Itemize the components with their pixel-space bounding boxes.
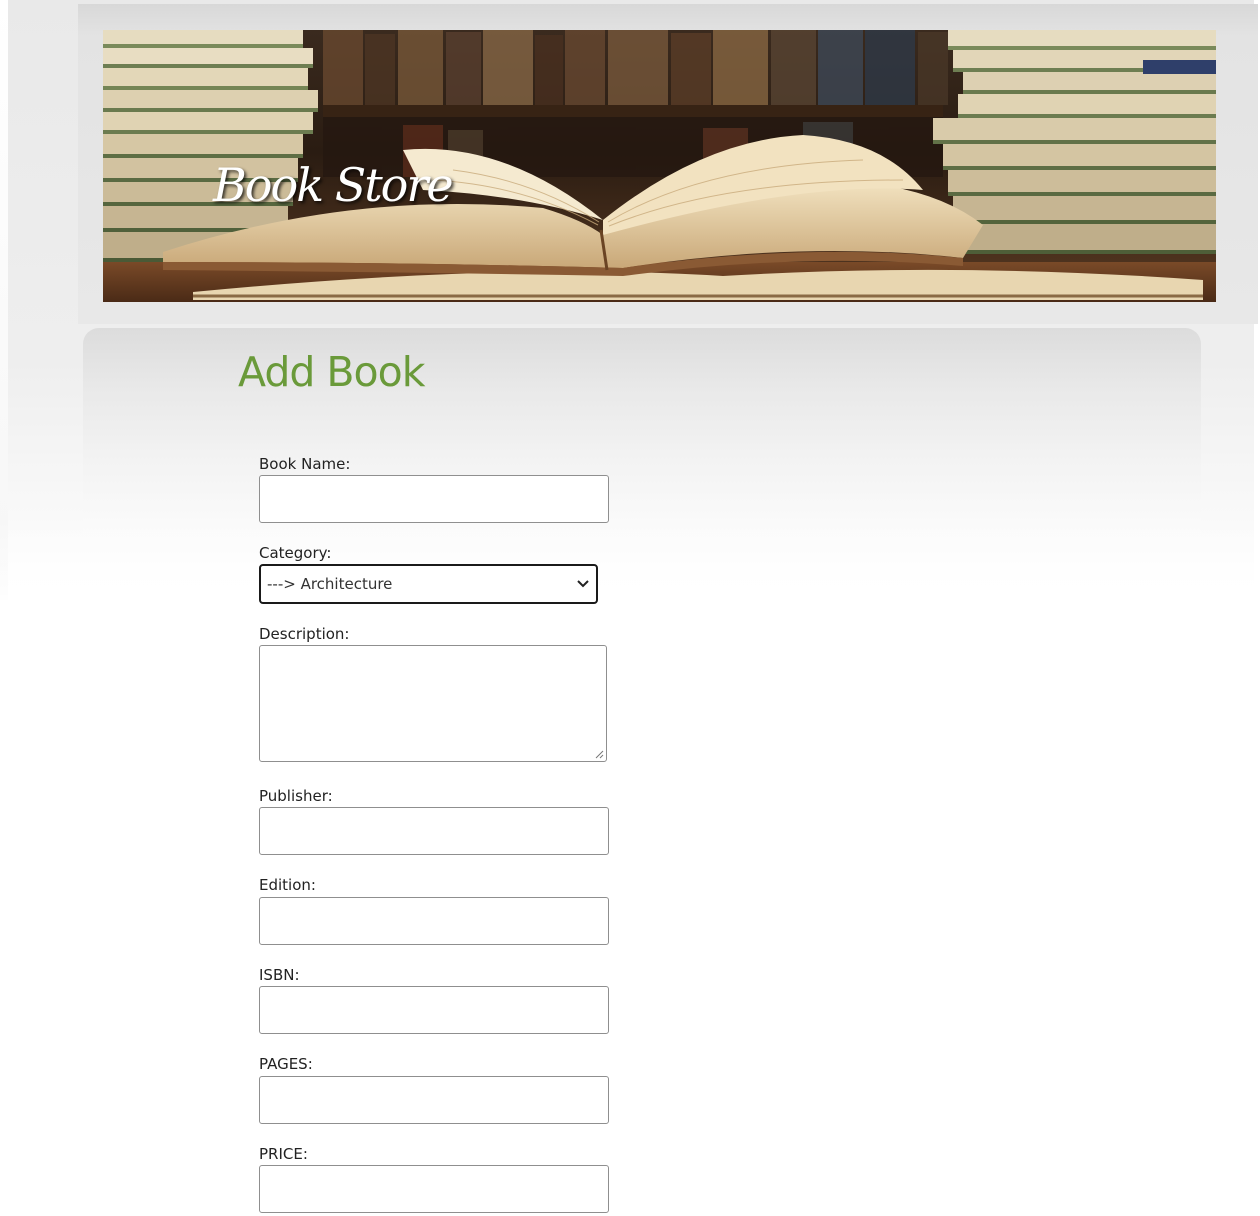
edition-input[interactable]: [259, 897, 609, 945]
price-label: PRICE:: [259, 1145, 308, 1163]
pages-label: PAGES:: [259, 1055, 313, 1073]
category-selected-value: ---> Architecture: [267, 575, 393, 593]
pages-input[interactable]: [259, 1076, 609, 1124]
content-panel-fade: [0, 520, 1260, 610]
page-title: Add Book: [238, 348, 425, 396]
book-name-input[interactable]: [259, 475, 609, 523]
site-title: Book Store: [213, 158, 454, 212]
book-name-label: Book Name:: [259, 455, 351, 473]
edition-label: Edition:: [259, 876, 316, 894]
category-label: Category:: [259, 544, 332, 562]
isbn-input[interactable]: [259, 986, 609, 1034]
page-edge-left: [0, 0, 8, 600]
description-textarea[interactable]: [259, 645, 607, 762]
category-select[interactable]: ---> Architecture: [259, 564, 598, 604]
header-banner: Book Store: [103, 30, 1216, 302]
publisher-input[interactable]: [259, 807, 609, 855]
isbn-label: ISBN:: [259, 966, 300, 984]
resize-handle-icon[interactable]: [594, 749, 604, 759]
chevron-down-icon: [577, 580, 589, 588]
publisher-label: Publisher:: [259, 787, 333, 805]
description-label: Description:: [259, 625, 350, 643]
price-input[interactable]: [259, 1165, 609, 1213]
